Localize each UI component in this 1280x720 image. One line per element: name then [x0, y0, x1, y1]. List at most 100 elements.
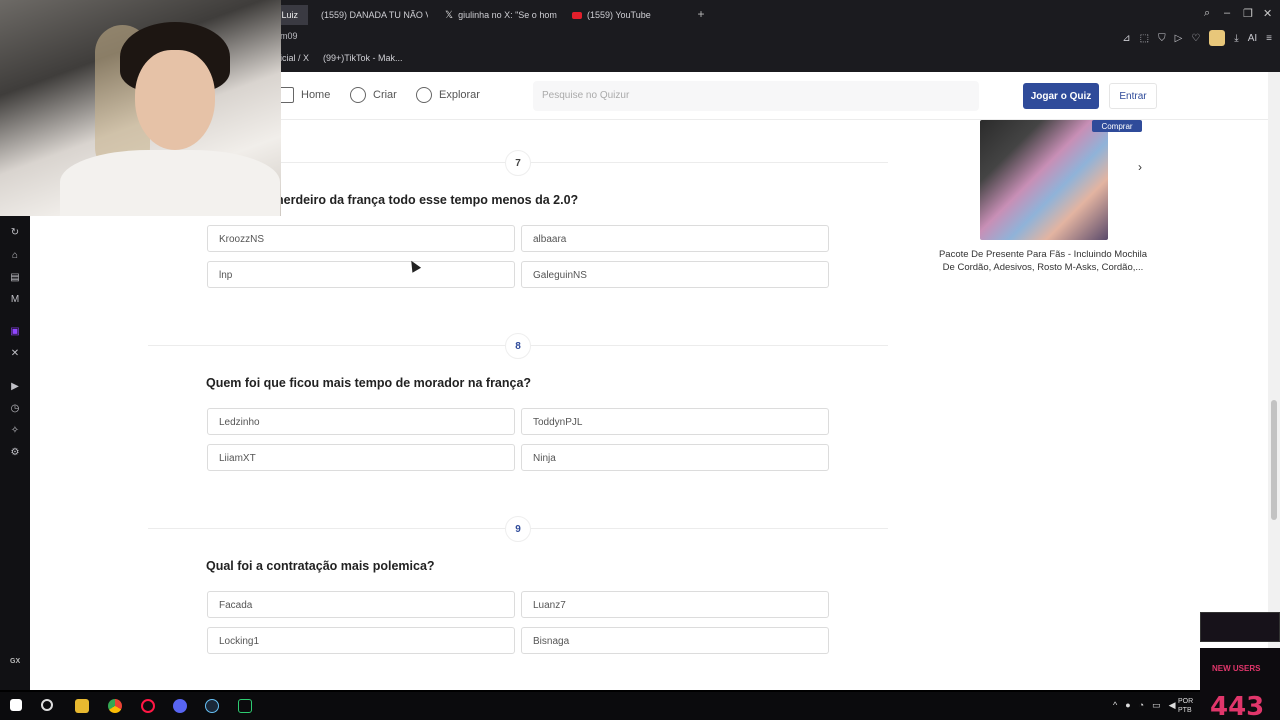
product-image[interactable] [980, 120, 1108, 240]
minimize-icon[interactable]: – [1224, 7, 1230, 19]
nav-create[interactable]: Criar [350, 87, 397, 103]
question-number: 9 [505, 516, 531, 542]
microphone-icon[interactable]: ● [1125, 700, 1130, 711]
question-title: herdeiro da frança todo esse tempo menos… [276, 193, 579, 207]
steam-icon[interactable] [205, 699, 219, 713]
play-quiz-button[interactable]: Jogar o Quiz [1023, 83, 1099, 109]
gx-icon[interactable]: GX [10, 658, 20, 665]
question-number: 7 [505, 150, 531, 176]
snapshot-icon[interactable]: ⬚ [1140, 33, 1149, 44]
stream-widget [1200, 612, 1280, 642]
tab-youtube-home[interactable]: (1559) YouTube [572, 5, 682, 25]
screen: Luiz (1559) DANADA TU NÃO V 𝕏 giulinha n… [0, 0, 1280, 720]
tab-youtube-video[interactable]: (1559) DANADA TU NÃO V [316, 5, 428, 25]
lang-top: POR [1178, 698, 1194, 705]
bookmarks-bar: icial / X (99+)TikTok - Mak... [280, 53, 402, 63]
question-title: Quem foi que ficou mais tempo de morador… [206, 376, 532, 390]
scrollbar-thumb[interactable] [1271, 400, 1277, 520]
answer-option[interactable]: Luanz7 [521, 591, 829, 618]
volume-icon[interactable]: ◀ [1169, 700, 1176, 711]
answer-option[interactable]: lnp [207, 261, 515, 288]
profile-avatar[interactable] [1209, 30, 1226, 46]
messenger-icon[interactable]: M [9, 294, 21, 306]
stream-counter-label: NEW USERS [1212, 664, 1261, 673]
nav-label: Home [301, 89, 331, 101]
search-icon[interactable]: ⌕ [1204, 7, 1210, 20]
refresh-icon[interactable]: ↻ [9, 227, 21, 239]
page-scrollbar[interactable] [1268, 72, 1280, 690]
plus-icon [350, 87, 366, 103]
question-title: Qual foi a contratação mais polemica? [206, 559, 435, 573]
language-indicator[interactable]: POR PTB [1178, 697, 1193, 715]
tab-label: (1559) YouTube [587, 10, 651, 20]
search-icon[interactable] [41, 699, 53, 711]
tab-label: (1559) DANADA TU NÃO V [321, 10, 428, 20]
bookmark-x[interactable]: icial / X [280, 53, 309, 63]
product-ad[interactable]: Comprar › Pacote De Presente Para Fãs - … [928, 120, 1158, 295]
shield-icon[interactable]: ⛉ [1158, 33, 1166, 44]
wallet-icon[interactable]: ▤ [9, 272, 21, 284]
nav-label: Explorar [439, 89, 480, 101]
excel-icon[interactable] [238, 699, 252, 713]
history-icon[interactable]: ◷ [9, 403, 21, 415]
tray-chevron-icon[interactable]: ^ [1113, 700, 1117, 711]
new-tab-icon[interactable]: + [695, 8, 707, 20]
chevron-right-icon[interactable]: › [1138, 160, 1142, 174]
tab-label: giulinha no X: "Se o homi [458, 10, 557, 20]
wifi-icon[interactable]: ◔ [1139, 700, 1144, 711]
nav-explore[interactable]: Explorar [416, 87, 480, 103]
ai-icon[interactable]: AI [1248, 33, 1257, 44]
download-icon[interactable]: ⤓ [1234, 33, 1238, 44]
tab-label: Luiz [281, 10, 298, 20]
pin-icon[interactable]: ⊿ [1122, 33, 1130, 44]
answer-option[interactable]: Facada [207, 591, 515, 618]
windows-start-icon[interactable] [10, 699, 22, 711]
search-input[interactable]: Pesquise no Quizur [533, 81, 979, 111]
system-tray: ^ ● ◔ ▭ ◀ [1113, 700, 1176, 711]
answer-option[interactable]: Ninja [521, 444, 829, 471]
stream-counter-value: 443 [1210, 692, 1265, 720]
menu-icon[interactable]: ≡ [1266, 33, 1272, 44]
answer-option[interactable]: KroozzNS [207, 225, 515, 252]
x-icon[interactable]: ✕ [9, 348, 21, 360]
windows-taskbar: ^ ● ◔ ▭ ◀ POR PTB [0, 692, 1280, 720]
question-number: 8 [505, 333, 531, 359]
product-title[interactable]: Pacote De Presente Para Fãs - Incluindo … [933, 248, 1153, 274]
bookmark-tiktok[interactable]: (99+)TikTok - Mak... [323, 53, 402, 63]
answer-option[interactable]: Ledzinho [207, 408, 515, 435]
settings-icon[interactable]: ⚙ [9, 447, 21, 459]
browser-sidebar: ↻ ⌂ ▤ M ▣ ✕ ▶ ◷ ✧ ⚙ GX [0, 215, 30, 690]
restore-icon[interactable]: ❐ [1243, 7, 1253, 20]
answer-option[interactable]: Bisnaga [521, 627, 829, 654]
network-icon[interactable]: ▭ [1152, 700, 1161, 711]
buy-badge[interactable]: Comprar [1092, 120, 1142, 132]
player-icon[interactable]: ▶ [9, 381, 21, 393]
heart-icon[interactable]: ♡ [1191, 33, 1200, 44]
youtube-icon [572, 11, 582, 19]
close-icon[interactable]: ✕ [1263, 7, 1272, 20]
answer-option[interactable]: Locking1 [207, 627, 515, 654]
twitch-icon[interactable]: ▣ [9, 326, 21, 338]
answer-option[interactable]: LiiamXT [207, 444, 515, 471]
address-text: m09 [280, 31, 298, 41]
tab-x-post[interactable]: 𝕏 giulinha no X: "Se o homi [445, 5, 557, 25]
compass-icon [416, 87, 432, 103]
cam-person-face [135, 50, 215, 150]
cam-person-shirt [60, 150, 280, 216]
answer-option[interactable]: albaara [521, 225, 829, 252]
extensions-icon[interactable]: ✧ [9, 425, 21, 437]
lang-bottom: PTB [1178, 707, 1192, 714]
answer-option[interactable]: GaleguinNS [521, 261, 829, 288]
opera-gx-icon[interactable] [141, 699, 155, 713]
answer-option[interactable]: ToddynPJL [521, 408, 829, 435]
x-icon: 𝕏 [445, 9, 454, 21]
discord-icon[interactable] [173, 699, 187, 713]
play-icon[interactable]: ▷ [1175, 33, 1183, 44]
chrome-icon[interactable] [108, 699, 122, 713]
bag-icon[interactable]: ⌂ [9, 250, 21, 262]
login-button[interactable]: Entrar [1109, 83, 1157, 109]
browser-toolbar: ⊿ ⬚ ⛉ ▷ ♡ ⤓ AI ≡ [1122, 30, 1272, 46]
nav-home[interactable]: Home [278, 87, 330, 103]
nav-label: Criar [373, 89, 397, 101]
file-explorer-icon[interactable] [75, 699, 89, 713]
